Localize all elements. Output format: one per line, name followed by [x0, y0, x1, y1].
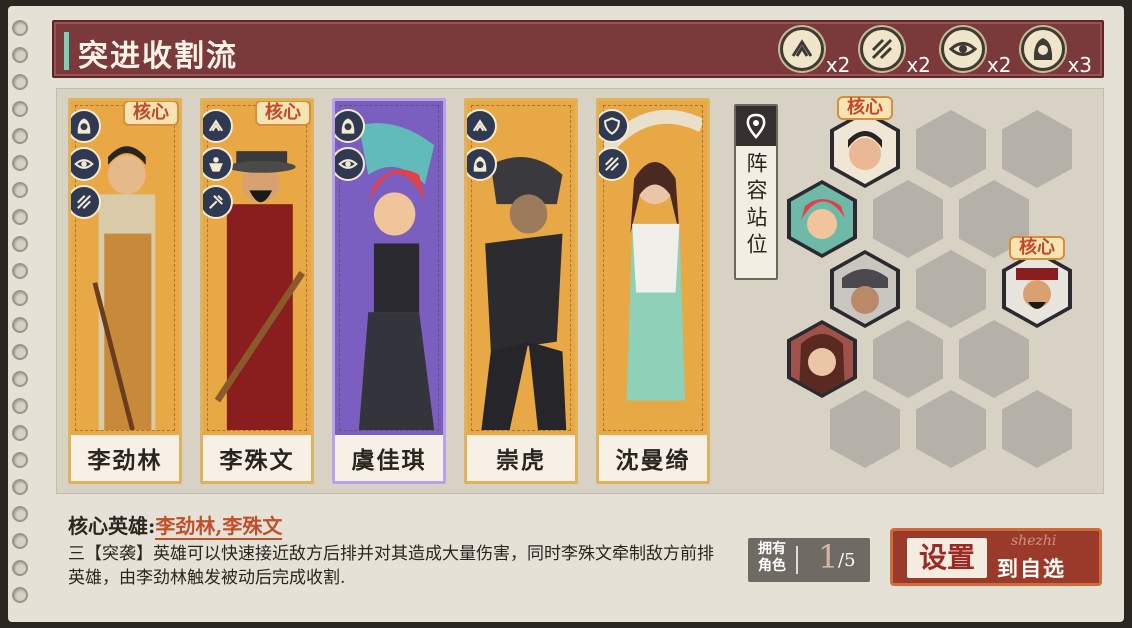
formation-slot-empty[interactable]	[1002, 110, 1072, 190]
binder-ring	[12, 101, 28, 117]
core-heroes-label: 核心英雄:	[68, 514, 156, 538]
owned-count-panel: 拥有角色 1 /5	[748, 538, 870, 582]
core-badge: 核心	[837, 96, 893, 120]
binder-ring	[12, 155, 28, 171]
hero-card-li-jinlin[interactable]: 核心 李劲林	[68, 98, 182, 484]
charge-icon	[467, 109, 497, 143]
synergy-count: x2	[825, 53, 851, 77]
hero-name: 虞佳琪	[335, 435, 443, 481]
hero-card-yu-jiaqi[interactable]: 虞佳琪	[332, 98, 446, 484]
core-badge: 核心	[255, 101, 311, 126]
set-button-sub-label: 到自选	[997, 556, 1066, 581]
formation-slot-filled[interactable]	[830, 250, 900, 330]
hooded-figure-icon	[71, 109, 101, 143]
set-button-ghost-text: shezhi	[1011, 533, 1057, 549]
owned-total: /5	[838, 550, 856, 571]
eye-icon	[940, 27, 985, 71]
synergy-hooded[interactable]: x3	[1021, 27, 1092, 77]
lineup-header: 突进收割流 x2 x2 x2 x3	[52, 20, 1104, 78]
binder-ring	[12, 344, 28, 360]
hero-name: 沈曼绮	[599, 435, 707, 481]
formation-slot-empty[interactable]	[830, 390, 900, 470]
synergy-slash[interactable]: x2	[860, 27, 931, 77]
synergy-list: x2 x2 x2 x3	[779, 27, 1092, 77]
owned-label: 拥有角色	[758, 541, 786, 574]
binder-ring	[12, 74, 28, 90]
core-heroes-line: 核心英雄:李劲林,李殊文	[68, 510, 283, 540]
formation-slot-empty[interactable]	[916, 250, 986, 330]
binder-ring	[12, 560, 28, 576]
core-badge: 核心	[123, 101, 179, 126]
shield-break-icon	[203, 185, 233, 219]
formation-slot-empty[interactable]	[959, 320, 1029, 400]
binder-ring	[12, 452, 28, 468]
hero-name: 崇虎	[467, 435, 575, 481]
binder-rings	[10, 20, 32, 610]
synergy-count: x2	[906, 53, 931, 77]
binder-ring	[12, 587, 28, 603]
binder-ring	[12, 263, 28, 279]
hero-card-shen-manqi[interactable]: 沈曼绮	[596, 98, 710, 484]
formation-button[interactable]: 阵容站位	[734, 104, 778, 280]
synergy-eye[interactable]: x2	[940, 27, 1011, 77]
eye-icon	[335, 147, 365, 181]
formation-slot-empty[interactable]	[873, 320, 943, 400]
hero-card-li-shuwen[interactable]: 核心 李殊文	[200, 98, 314, 484]
location-pin-icon	[736, 106, 776, 146]
binder-ring	[12, 533, 28, 549]
binder-ring	[12, 506, 28, 522]
formation-slot-filled[interactable]: 核心	[1002, 236, 1072, 330]
binder-ring	[12, 479, 28, 495]
formation-label: 阵容站位	[744, 152, 768, 260]
slash-icon	[71, 185, 101, 219]
hooded-figure-icon	[467, 147, 497, 181]
binder-ring	[12, 182, 28, 198]
synergy-charge[interactable]: x2	[779, 27, 850, 77]
binder-ring	[12, 425, 28, 441]
formation-slot-filled[interactable]: 核心	[830, 96, 900, 190]
hooded-figure-icon	[1021, 27, 1066, 71]
binder-ring	[12, 209, 28, 225]
binder-ring	[12, 236, 28, 252]
header-accent-bar	[64, 32, 69, 70]
formation-slot-empty[interactable]	[1002, 390, 1072, 470]
lineup-description: 三【突袭】英雄可以快速接近敌方后排并对其造成大量伤害，同时李殊文牵制敌方前排英雄…	[68, 544, 714, 588]
formation-slot-empty[interactable]	[873, 180, 943, 260]
core-heroes-value: 李劲林,李殊文	[155, 514, 283, 540]
binder-ring	[12, 398, 28, 414]
formation-slot-filled[interactable]	[787, 180, 857, 260]
formation-slot-empty[interactable]	[916, 390, 986, 470]
charge-icon	[203, 109, 233, 143]
core-badge: 核心	[1009, 236, 1065, 260]
shield-icon	[599, 109, 629, 143]
synergy-count: x3	[1067, 53, 1092, 77]
formation-slot-empty[interactable]	[916, 110, 986, 190]
hero-name: 李劲林	[71, 435, 179, 481]
charge-icon	[779, 27, 824, 71]
divider	[796, 546, 798, 574]
binder-ring	[12, 20, 28, 36]
owned-current: 1	[818, 538, 839, 576]
binder-ring	[12, 317, 28, 333]
slash-icon	[599, 147, 629, 181]
eye-icon	[71, 147, 101, 181]
formation-slot-filled[interactable]	[787, 320, 857, 400]
binder-ring	[12, 371, 28, 387]
muscle-icon	[203, 147, 233, 181]
hooded-figure-icon	[335, 109, 365, 143]
synergy-count: x2	[986, 53, 1012, 77]
binder-ring	[12, 128, 28, 144]
hero-card-chong-hu[interactable]: 崇虎	[464, 98, 578, 484]
hero-name: 李殊文	[203, 435, 311, 481]
lineup-title: 突进收割流	[78, 39, 238, 74]
slash-icon	[860, 27, 905, 71]
binder-ring	[12, 290, 28, 306]
binder-ring	[12, 47, 28, 63]
set-to-custom-button[interactable]: 设置 shezhi 到自选	[890, 528, 1102, 586]
set-button-main-label: 设置	[907, 538, 987, 578]
